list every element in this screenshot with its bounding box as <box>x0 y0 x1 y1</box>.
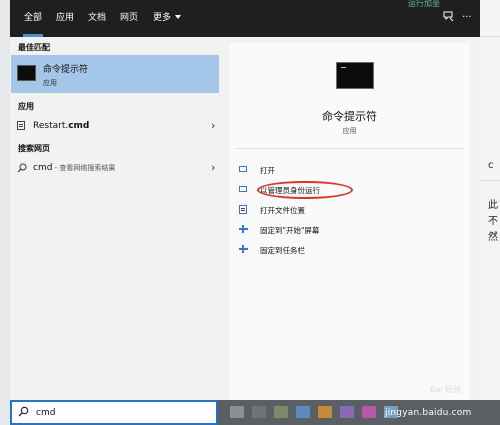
results-list: 最佳匹配 命令提示符 应用 应用 Restart.cmd › 搜索网页 cmd … <box>10 37 228 400</box>
document-icon <box>17 121 25 133</box>
partial-link: 运行加坐 <box>408 0 440 8</box>
web-result-cmd[interactable]: cmd - 查看网络搜索结果 › <box>10 160 228 178</box>
web-result-label: cmd - 查看网络搜索结果 <box>33 163 115 173</box>
taskbar-app-icon[interactable] <box>296 406 310 418</box>
web-header: 搜索网页 <box>18 144 50 153</box>
background-divider <box>480 36 500 37</box>
search-box[interactable] <box>10 400 218 425</box>
watermark-text: jingyan.baidu.com <box>385 408 472 418</box>
action-pin-to-taskbar[interactable]: 固定到任务栏 <box>239 244 459 258</box>
background-divider <box>480 180 500 181</box>
watermark-logo: Bai 经验 <box>430 385 462 394</box>
action-open[interactable]: 打开 <box>239 164 459 178</box>
apps-header: 应用 <box>18 102 34 111</box>
chevron-down-icon <box>175 15 182 19</box>
tab-web[interactable]: 网页 <box>120 10 138 27</box>
best-match-title: 命令提示符 <box>43 65 89 75</box>
taskbar-app-icon[interactable] <box>362 406 376 418</box>
app-result-prefix: Restart. <box>33 121 69 131</box>
background-text: c <box>488 160 494 171</box>
action-open-label: 打开 <box>260 166 275 175</box>
detail-subtitle: 应用 <box>342 127 357 135</box>
background-window: c 此 不 然 <box>480 0 500 425</box>
pin-taskbar-icon <box>239 245 249 255</box>
cmd-tile-icon <box>17 65 36 81</box>
taskbar-app-icon[interactable] <box>230 406 244 418</box>
taskbar-app-icon[interactable] <box>274 406 288 418</box>
divider <box>235 148 464 149</box>
action-pin-to-start[interactable]: 固定到"开始"屏幕 <box>239 224 459 238</box>
cmd-large-icon <box>336 62 374 89</box>
background-text: 此 <box>488 200 498 211</box>
tab-all[interactable]: 全部 <box>22 10 44 37</box>
background-text: 不 <box>488 216 498 227</box>
app-result-restart-cmd[interactable]: Restart.cmd › <box>10 118 228 136</box>
best-match-item[interactable]: 命令提示符 应用 <box>11 55 219 93</box>
annotation-ellipse <box>257 181 353 199</box>
chevron-right-icon[interactable]: › <box>211 161 215 174</box>
more-options-icon[interactable]: ··· <box>462 11 472 25</box>
feedback-icon[interactable] <box>443 11 454 27</box>
tab-documents[interactable]: 文档 <box>88 10 106 27</box>
pin-start-icon <box>239 225 249 235</box>
search-scope-tabs: 全部 应用 文档 网页 更多 运行加坐 ··· <box>10 0 480 37</box>
open-icon <box>239 165 249 175</box>
app-result-label: Restart.cmd <box>33 121 89 131</box>
taskbar-app-icon[interactable] <box>340 406 354 418</box>
taskbar-app-icon[interactable] <box>318 406 332 418</box>
taskbar-app-icon[interactable] <box>252 406 266 418</box>
action-pin-to-start-label: 固定到"开始"屏幕 <box>260 226 320 235</box>
detail-pane: 命令提示符 应用 打开 以管理员身份运行 打开文件位置 固定到"开始"屏幕 固定… <box>229 43 470 400</box>
run-as-admin-icon <box>239 185 249 195</box>
app-result-match: cmd <box>68 121 90 131</box>
action-pin-to-taskbar-label: 固定到任务栏 <box>260 246 305 255</box>
search-input[interactable] <box>36 405 206 420</box>
search-panel: 全部 应用 文档 网页 更多 运行加坐 ··· 最佳匹配 命令提示符 应用 应用… <box>10 0 480 400</box>
search-icon <box>17 163 27 176</box>
action-open-file-location-label: 打开文件位置 <box>260 206 305 215</box>
best-match-header: 最佳匹配 <box>18 43 50 52</box>
detail-title: 命令提示符 <box>322 110 377 123</box>
web-result-suffix: - 查看网络搜索结果 <box>52 164 116 172</box>
chevron-right-icon[interactable]: › <box>211 119 215 132</box>
search-icon <box>18 406 29 420</box>
tab-more-label: 更多 <box>153 13 172 23</box>
action-open-file-location[interactable]: 打开文件位置 <box>239 204 459 218</box>
best-match-subtitle: 应用 <box>43 79 57 87</box>
tab-apps[interactable]: 应用 <box>56 10 74 27</box>
web-result-query: cmd <box>33 163 53 173</box>
tab-more[interactable]: 更多 <box>153 10 182 27</box>
folder-location-icon <box>239 205 249 215</box>
background-text: 然 <box>488 232 498 243</box>
